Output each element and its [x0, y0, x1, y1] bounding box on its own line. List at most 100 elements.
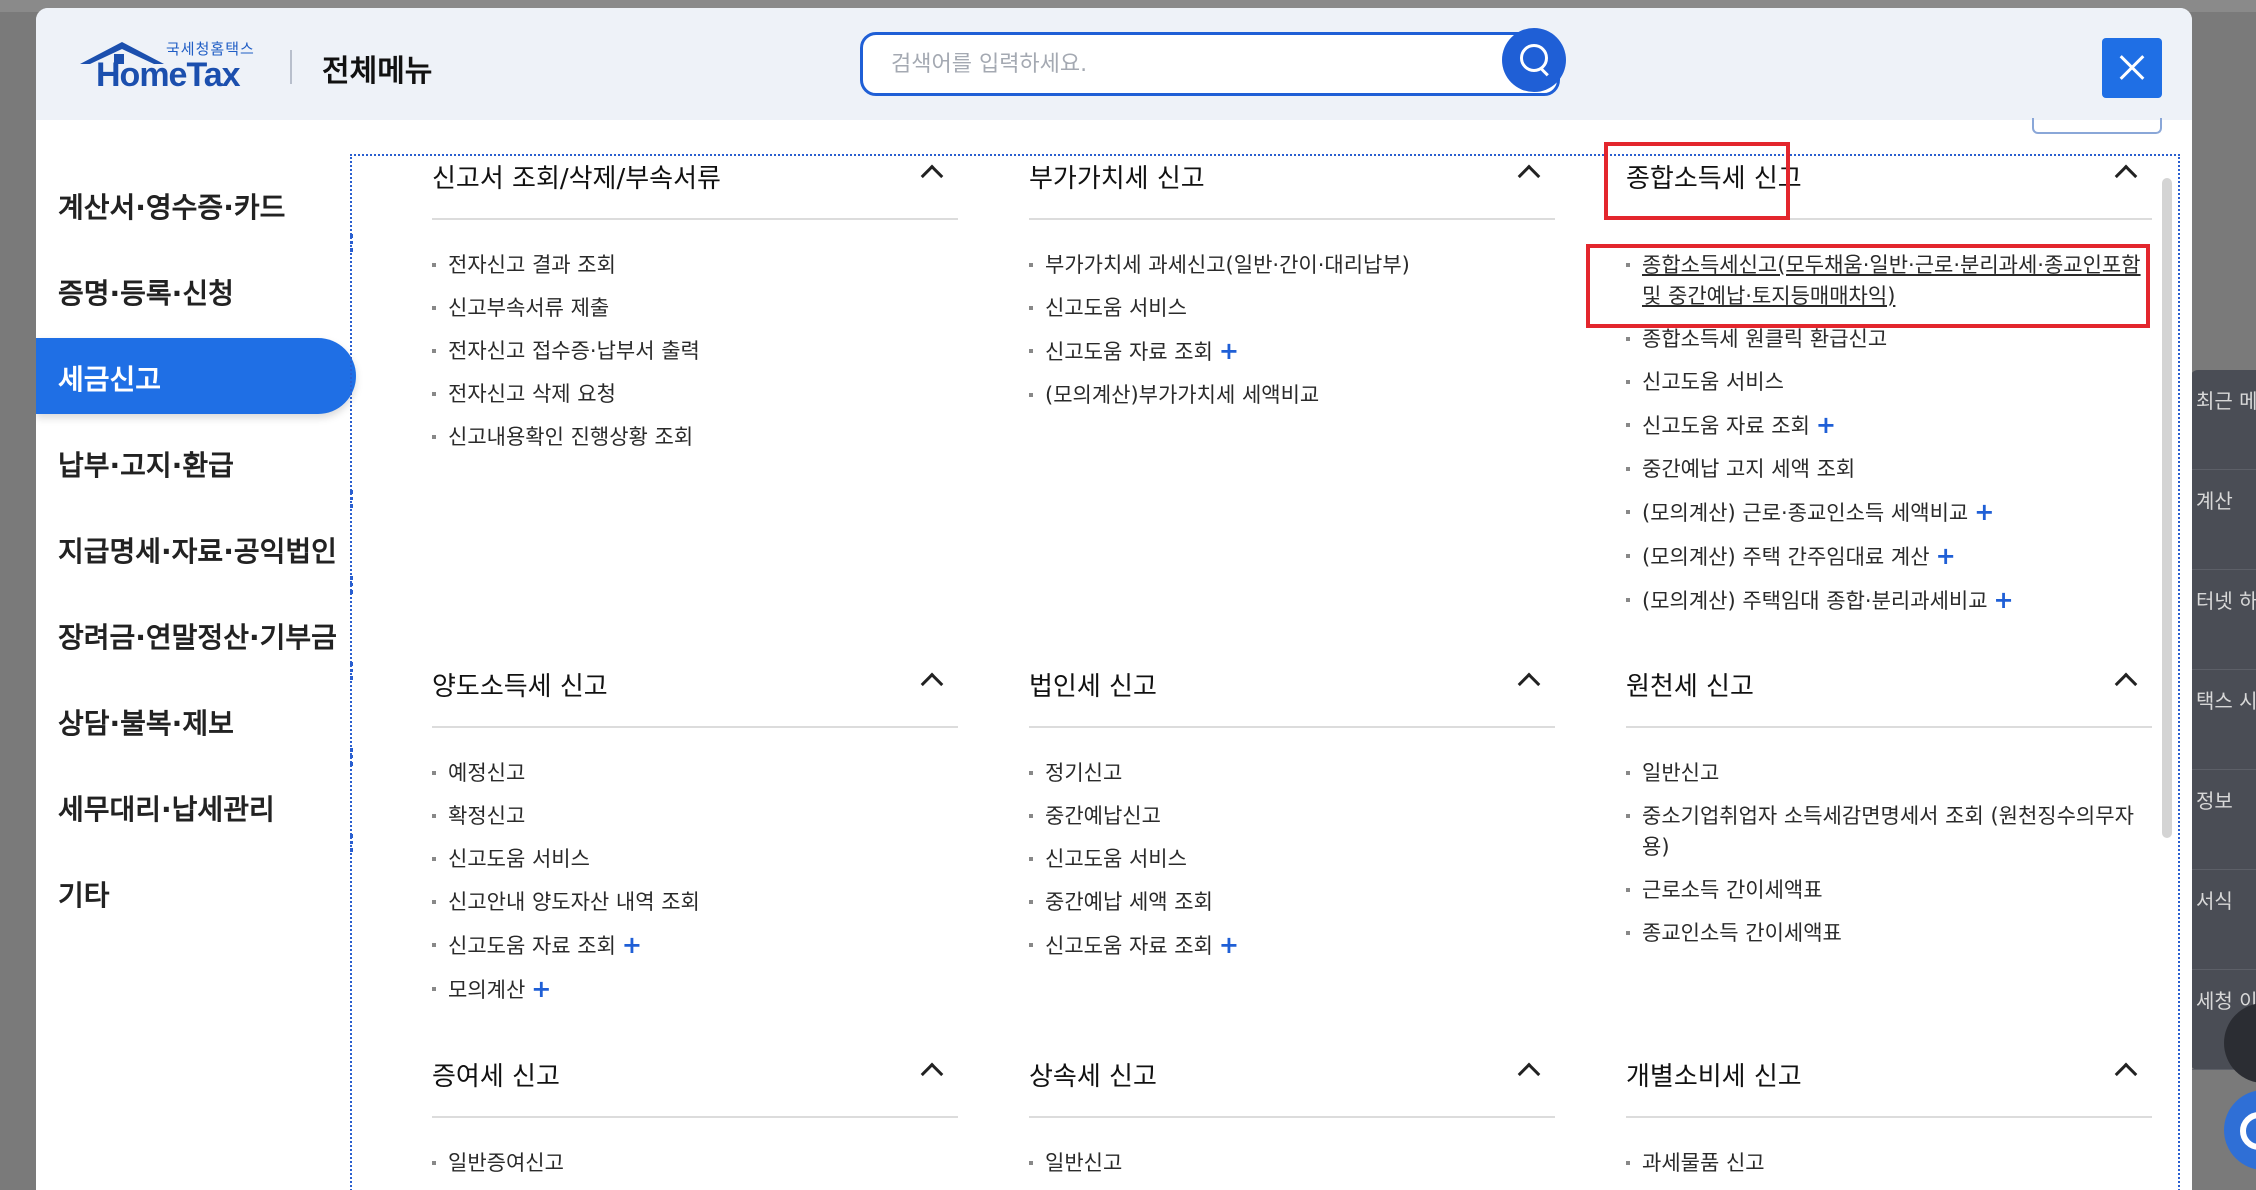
menu-item[interactable]: 확정신고 [432, 801, 958, 832]
menu-item[interactable]: 신고도움 서비스 [1626, 367, 2152, 398]
chevron-up-icon[interactable] [2114, 672, 2138, 696]
header-divider [290, 50, 292, 84]
menu-list: 일반신고 [1029, 1118, 1555, 1179]
plus-icon[interactable]: + [1219, 931, 1239, 959]
sidebar-item-payment[interactable]: 납부·고지·환급 [36, 424, 356, 500]
menu-item[interactable]: 신고도움 자료 조회 + [1029, 930, 1555, 962]
section-inheritance-tax: 상속세 신고 일반신고 [1029, 1046, 1555, 1190]
section-return-inquiry: 신고서 조회/삭제/부속서류 전자신고 결과 조회 신고부속서류 제출 전자신고… [432, 148, 958, 465]
menu-item[interactable]: 신고내용확인 진행상황 조회 [432, 422, 958, 453]
plus-icon[interactable]: + [1936, 542, 1956, 570]
menu-item[interactable]: 신고부속서류 제출 [432, 293, 958, 324]
menu-item[interactable]: (모의계산) 주택 간주임대료 계산 + [1626, 541, 2152, 573]
plus-icon[interactable]: + [622, 931, 642, 959]
menu-item[interactable]: (모의계산) 주택임대 종합·분리과세비교 + [1626, 585, 2152, 617]
menu-item[interactable]: 종합소득세 원클릭 환급신고 [1626, 324, 2152, 355]
menu-item[interactable]: 신고도움 서비스 [432, 844, 958, 875]
sidebar-item-statements[interactable]: 지급명세·자료·공익법인 [36, 510, 356, 586]
menu-item[interactable]: 부가가치세 과세신고(일반·간이·대리납부) [1029, 250, 1555, 281]
section-gift-tax: 증여세 신고 일반증여신고 [432, 1046, 958, 1190]
section-header[interactable]: 부가가치세 신고 [1029, 148, 1555, 220]
menu-item[interactable]: 예정신고 [432, 758, 958, 789]
section-header[interactable]: 신고서 조회/삭제/부속서류 [432, 148, 958, 220]
menu-item[interactable]: 중소기업취업자 소득세감면명세서 조회 (원천징수의무자용) [1626, 801, 2152, 863]
chevron-up-icon[interactable] [1517, 164, 1541, 188]
menu-item[interactable]: 신고도움 자료 조회 + [1029, 336, 1555, 368]
section-vat: 부가가치세 신고 부가가치세 과세신고(일반·간이·대리납부) 신고도움 서비스… [1029, 148, 1555, 423]
menu-item[interactable]: 전자신고 접수증·납부서 출력 [432, 336, 958, 367]
scrollbar[interactable] [2162, 178, 2172, 838]
section-header[interactable]: 증여세 신고 [432, 1046, 958, 1118]
quick-menu-item[interactable]: 정보 [2190, 770, 2256, 870]
menu-item[interactable]: 중간예납 세액 조회 [1029, 887, 1555, 918]
plus-icon[interactable]: + [1994, 586, 2014, 614]
chevron-up-icon[interactable] [920, 164, 944, 188]
section-title: 부가가치세 신고 [1029, 164, 1205, 194]
menu-item[interactable]: 신고도움 서비스 [1029, 844, 1555, 875]
close-icon[interactable] [2102, 38, 2162, 98]
section-header[interactable]: 개별소비세 신고 [1626, 1046, 2152, 1118]
menu-item[interactable]: 중간예납신고 [1029, 801, 1555, 832]
section-header[interactable]: 원천세 신고 [1626, 656, 2152, 728]
sidebar-item-consultation[interactable]: 상담·불복·제보 [36, 682, 356, 758]
quick-menu-item[interactable]: 택스 시간 [2190, 670, 2256, 770]
menu-item[interactable]: 근로소득 간이세액표 [1626, 875, 2152, 906]
chevron-up-icon[interactable] [920, 672, 944, 696]
menu-item[interactable]: 종합소득세신고(모두채움·일반·근로·분리과세·종교인포함 및 중간예납·토지등… [1626, 250, 2152, 312]
menu-item[interactable]: 신고도움 자료 조회 + [1626, 410, 2152, 442]
menu-item[interactable]: 과세물품 신고 [1626, 1148, 2152, 1179]
section-header[interactable]: 종합소득세 신고 [1626, 148, 2152, 220]
quick-menu-item[interactable]: 터넷 하기 [2190, 570, 2256, 670]
section-title: 종합소득세 신고 [1626, 164, 1802, 194]
section-header[interactable]: 양도소득세 신고 [432, 656, 958, 728]
search-input[interactable] [860, 32, 1560, 96]
menu-item[interactable]: 일반증여신고 [432, 1148, 958, 1179]
section-corporate-tax: 법인세 신고 정기신고 중간예납신고 신고도움 서비스 중간예납 세액 조회 신… [1029, 656, 1555, 974]
chatbot-icon[interactable] [2224, 1090, 2256, 1170]
menu-item[interactable]: (모의계산)부가가치세 세액비교 [1029, 380, 1555, 411]
sidebar-item-tax-agent[interactable]: 세무대리·납세관리 [36, 768, 356, 844]
search-icon[interactable] [1502, 28, 1566, 92]
sidebar-item-etc[interactable]: 기타 [36, 854, 356, 930]
chevron-up-icon[interactable] [2114, 164, 2138, 188]
chevron-up-icon[interactable] [920, 1062, 944, 1086]
top-right-tab[interactable] [2032, 118, 2162, 134]
plus-icon[interactable]: + [531, 975, 551, 1003]
quick-menu-item[interactable]: 최근 메뉴 [2190, 370, 2256, 470]
menu-item[interactable]: 신고도움 자료 조회 + [432, 930, 958, 962]
chevron-up-icon[interactable] [1517, 1062, 1541, 1086]
plus-icon[interactable]: + [1219, 337, 1239, 365]
logo-text: HomeTax [96, 56, 241, 94]
plus-icon[interactable]: + [1974, 498, 1994, 526]
section-capital-gains: 양도소득세 신고 예정신고 확정신고 신고도움 서비스 신고안내 양도자산 내역… [432, 656, 958, 1018]
menu-list: 과세물품 신고 [1626, 1118, 2152, 1179]
menu-item[interactable]: 모의계산 + [432, 974, 958, 1006]
chevron-up-icon[interactable] [2114, 1062, 2138, 1086]
menu-item[interactable]: 신고도움 서비스 [1029, 293, 1555, 324]
section-title: 신고서 조회/삭제/부속서류 [432, 164, 721, 194]
page-title: 전체메뉴 [322, 54, 433, 89]
sidebar-item-invoices[interactable]: 계산서·영수증·카드 [36, 166, 356, 242]
plus-icon[interactable]: + [1816, 411, 1836, 439]
menu-item[interactable]: 일반신고 [1029, 1148, 1555, 1179]
menu-item[interactable]: (모의계산) 근로·종교인소득 세액비교 + [1626, 497, 2152, 529]
sidebar-item-tax-filing[interactable]: 세금신고 [36, 338, 356, 414]
quick-menu-item[interactable]: 계산 [2190, 470, 2256, 570]
chevron-up-icon[interactable] [1517, 672, 1541, 696]
menu-item[interactable]: 전자신고 삭제 요청 [432, 379, 958, 410]
menu-item[interactable]: 일반신고 [1626, 758, 2152, 789]
section-title: 상속세 신고 [1029, 1062, 1157, 1092]
section-header[interactable]: 상속세 신고 [1029, 1046, 1555, 1118]
hometax-logo[interactable]: 국세청홈택스 HomeTax [78, 32, 258, 102]
sidebar-item-certificates[interactable]: 증명·등록·신청 [36, 252, 356, 328]
menu-item[interactable]: 전자신고 결과 조회 [432, 250, 958, 281]
menu-item[interactable]: 신고안내 양도자산 내역 조회 [432, 887, 958, 918]
section-title: 증여세 신고 [432, 1062, 560, 1092]
section-header[interactable]: 법인세 신고 [1029, 656, 1555, 728]
menu-item[interactable]: 종교인소득 간이세액표 [1626, 918, 2152, 949]
menu-item[interactable]: 중간예납 고지 세액 조회 [1626, 454, 2152, 485]
menu-item[interactable]: 정기신고 [1029, 758, 1555, 789]
sidebar-item-incentives[interactable]: 장려금·연말정산·기부금 [36, 596, 356, 672]
section-title: 원천세 신고 [1626, 672, 1754, 702]
quick-menu-item[interactable]: 서식 [2190, 870, 2256, 970]
